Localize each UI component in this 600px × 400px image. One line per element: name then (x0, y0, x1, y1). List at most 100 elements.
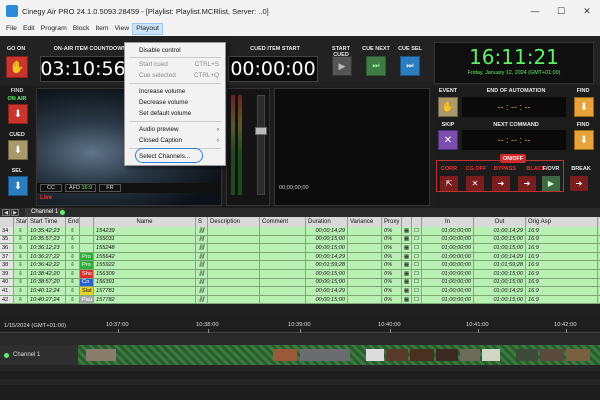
clip-thumbnail (386, 349, 408, 361)
play-icon: ▶ (338, 60, 346, 71)
menu-closed-caption[interactable]: Closed Caption › (125, 135, 225, 146)
submenu-arrow-icon: › (216, 137, 219, 144)
fr-indicator: FR (99, 184, 121, 192)
table-row[interactable]: 35 ⇩ 10:35:57;23 ⇩ 155031 ⛓ 00;00;15;00 0% ▦ ☐ 01;… (0, 235, 600, 245)
volume-slider-handle[interactable] (255, 127, 267, 135)
tab-channel-1[interactable]: Channel 1 (25, 208, 65, 217)
col-header-s[interactable]: S (196, 217, 208, 227)
close-button[interactable]: ✕ (574, 0, 600, 22)
row-in: 01;00;00;00 (422, 269, 474, 278)
row-description (208, 261, 260, 269)
event-button[interactable]: ✋ (438, 97, 458, 117)
menu-view[interactable]: View (112, 23, 133, 35)
fovr-button[interactable]: ▶ (542, 176, 560, 191)
row-name: 155922 (94, 261, 196, 269)
row-star-icon: ⇩ (14, 227, 28, 235)
cued-label: CUED (9, 132, 25, 138)
row-link-icon: ⛓ (196, 227, 208, 235)
row-tag: Pro (80, 261, 94, 269)
find-on-air-button[interactable]: ⬇ (8, 104, 28, 124)
row-start-time: 10:40:12;24 (28, 287, 66, 295)
menu-program[interactable]: Program (38, 23, 70, 35)
arrow-right-icon: ➜ (497, 179, 505, 188)
menu-block[interactable]: Block (70, 23, 93, 35)
corr-button[interactable]: ⇱ (440, 176, 458, 191)
hand-icon: ✋ (9, 60, 25, 74)
row-variance (348, 252, 382, 261)
tab-scroll-left-icon[interactable]: ◀ (2, 209, 10, 216)
table-row[interactable]: 38 ⇩ 10:36:42;22 ⇩ Pro 155922 ⛓ 00;01;59;28 0% ▦ ☐… (0, 261, 600, 270)
row-orig-asp: 16:9 (526, 244, 598, 252)
clip-thumbnail (482, 349, 500, 361)
find-selected-button[interactable]: ⬇ (8, 176, 28, 196)
start-cued-button[interactable]: ▶ (332, 56, 352, 76)
row-proxy: 0% (382, 295, 402, 304)
menu-item[interactable]: Item (92, 23, 111, 35)
table-row[interactable]: 36 ⇩ 10:36:12;23 ⇩ 155248 ⛓ 00;00;15;00 0% ▦ ☐ 01;… (0, 244, 600, 253)
find-cued-button[interactable]: ⬇ (8, 140, 28, 160)
menu-edit[interactable]: Edit (20, 23, 38, 35)
col-header-comment[interactable]: Comment (260, 217, 306, 227)
col-header-duration[interactable]: Duration (306, 217, 348, 227)
clock-time: 16:11:21 (469, 45, 559, 69)
go-on-label: GO ON (6, 46, 26, 52)
row-link-icon: ⛓ (196, 252, 208, 261)
find-command-button[interactable]: ⬇ (574, 130, 594, 150)
col-header-out[interactable]: Out (474, 217, 526, 227)
menu-start-cued[interactable]: Start cued CTRL+S (125, 59, 225, 70)
table-row[interactable]: 34 ⇩ 10:35:42;23 ⇩ 154239 ⛓ 00;00;14;29 0% ▦ ☐ 01;… (0, 227, 600, 236)
minimize-button[interactable]: — (522, 0, 548, 22)
row-link-icon: ⛓ (196, 269, 208, 278)
col-header-orig-asp[interactable]: Orig Asp (526, 217, 598, 227)
corr-label: CORR (440, 166, 458, 172)
col-header-proxy[interactable]: Proxy (382, 217, 402, 227)
row-number: 40 (0, 278, 14, 287)
skip-button[interactable]: ✕ (438, 130, 458, 150)
table-row[interactable]: 41 ⇩ 10:40:12;24 ⇩ Slat 157781 ⛓ 00;00;14;29 0% ▦… (0, 287, 600, 296)
timeline-track[interactable] (78, 345, 600, 365)
menu-audio-preview[interactable]: Audio preview › (125, 124, 225, 135)
cue-sel-button[interactable]: ⏭ (400, 56, 420, 76)
cue-next-button[interactable]: ⏭ (366, 56, 386, 76)
menu-disable-control[interactable]: Disable control (125, 45, 225, 56)
row-duration: 00;00;15;00 (306, 244, 348, 252)
bypass-button[interactable]: ➜ (492, 176, 510, 191)
cg-off-button[interactable]: ✕ (466, 176, 484, 191)
maximize-button[interactable]: ☐ (548, 0, 574, 22)
clock-date: Friday, January 12, 2024 (GMT+01:00) (467, 70, 561, 76)
col-header-end[interactable]: End (66, 217, 80, 227)
break-button[interactable]: ➜ (570, 176, 588, 191)
menu-cue-selected[interactable]: Cue selected CTRL+Q (125, 70, 225, 81)
menu-file[interactable]: File (3, 23, 20, 35)
timeline-scrollbar[interactable] (0, 371, 600, 379)
live-indicator: Live (40, 195, 53, 201)
table-row[interactable]: 42 ⇩ 10:40:27;24 ⇩ Pau 157782 ⛓ 00;00;15;00 0% ▦ ☐… (0, 295, 600, 305)
menu-increase-volume[interactable]: Increase volume (125, 86, 225, 97)
col-header-star[interactable]: Star (14, 217, 28, 227)
table-row[interactable]: 40 ⇩ 10:38:57;20 ⇩ Co 156391 ⛓ 00;00;15;00 0% ▦ ☐ 0… (0, 278, 600, 288)
row-end-icon: ⇩ (66, 295, 80, 304)
go-on-button[interactable]: ✋ (6, 56, 28, 78)
sel-label: SEL (11, 168, 23, 174)
row-start-time: 10:35:57;23 (28, 235, 66, 244)
menu-separator (129, 57, 221, 58)
find-automation-button[interactable]: ⬇ (574, 97, 594, 117)
event-label: EVENT (438, 88, 458, 94)
row-end-icon: ⇩ (66, 244, 80, 252)
col-header-name[interactable]: Name (94, 217, 196, 227)
menu-disable-control-label: Disable control (139, 47, 181, 54)
menu-playout[interactable]: Playout (132, 23, 163, 35)
tab-scroll-right-icon[interactable]: ▶ (11, 209, 19, 216)
cg-off-label: CG OFF (465, 166, 487, 172)
col-header-description[interactable]: Description (208, 217, 260, 227)
menu-decrease-volume[interactable]: Decrease volume (125, 97, 225, 108)
col-header-num (0, 217, 14, 227)
menu-set-default-volume[interactable]: Set default volume (125, 108, 225, 119)
table-row[interactable]: 37 ⇩ 10:36:27;22 ⇩ Pro 155642 ⛓ 00;00;14;29 0% ▦ ☐… (0, 252, 600, 262)
col-header-in[interactable]: In (422, 217, 474, 227)
black-button[interactable]: ➜ (518, 176, 536, 191)
col-header-variance[interactable]: Variance (348, 217, 382, 227)
table-row[interactable]: 39 ⇩ 10:38:42;20 ⇩ Sho 156309 ⛓ 00;00;15;00 0% ▦ ☐… (0, 269, 600, 279)
col-header-start-time[interactable]: Start Time (28, 217, 66, 227)
row-link-icon: ⛓ (196, 287, 208, 295)
